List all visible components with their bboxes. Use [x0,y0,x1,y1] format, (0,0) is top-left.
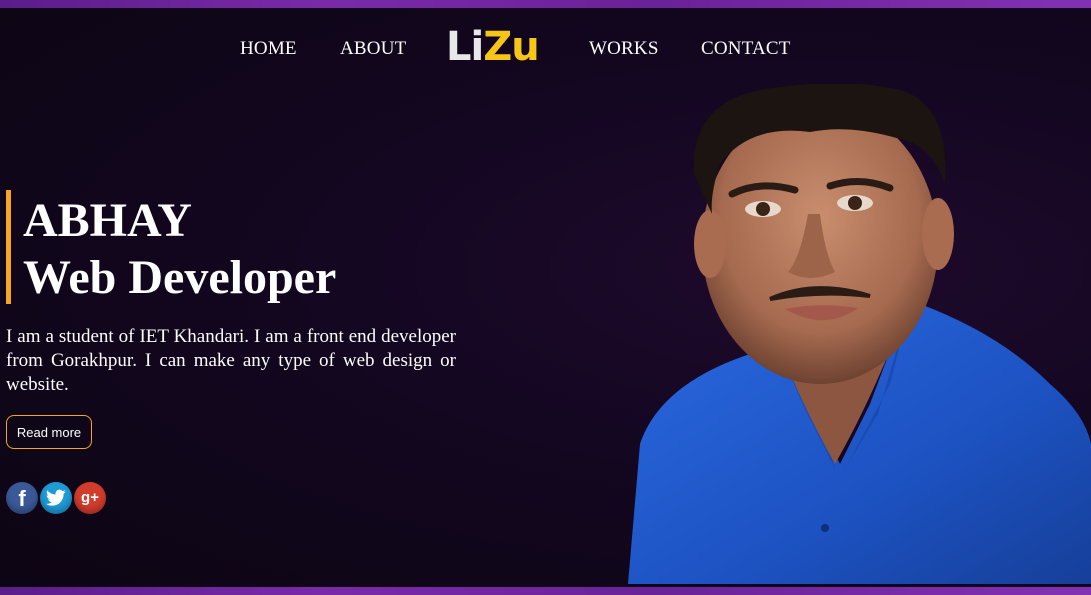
nav-contact-link[interactable]: CONTACT [701,38,791,60]
page: HOME ABOUT LiZu WORKS CONTACT ABHAY Web … [0,0,1091,595]
nav-works-link[interactable]: WORKS [589,38,659,60]
twitter-icon[interactable] [40,482,72,514]
site-logo[interactable]: LiZu [446,24,540,70]
nav-about-link[interactable]: ABOUT [340,38,406,60]
profile-photo [628,84,1091,584]
top-border [0,0,1091,8]
hero-title-block: ABHAY Web Developer [6,190,336,304]
hero-role: Web Developer [23,251,337,304]
hero-name: ABHAY [23,194,192,247]
read-more-button[interactable]: Read more [6,415,92,449]
bottom-border [0,587,1091,595]
nav-home-link[interactable]: HOME [240,38,297,60]
main-navigation: HOME ABOUT LiZu WORKS CONTACT [0,24,1091,72]
hero-description: I am a student of IET Khandari. I am a f… [6,326,456,395]
logo-part-zu: Zu [483,24,539,70]
facebook-icon[interactable]: f [6,482,38,514]
google-plus-icon[interactable]: g+ [74,482,106,514]
logo-part-li: Li [446,24,484,70]
